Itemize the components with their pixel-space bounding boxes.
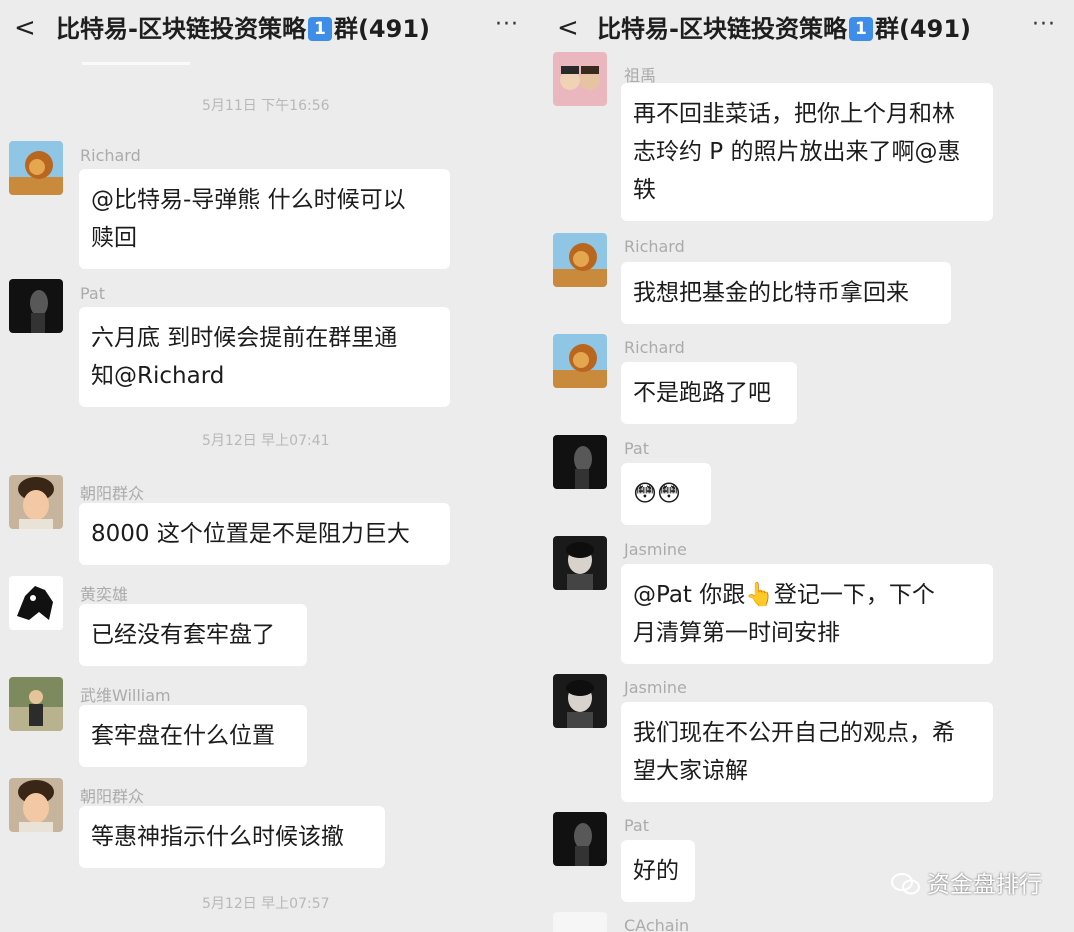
message-line: 再不回韭菜话，把你上个月和林 bbox=[633, 101, 955, 127]
message-line: @比特易-导弹熊 什么时候可以 bbox=[91, 187, 406, 213]
chat-header: < 比特易-区块链投资策略 1 群(491) ··· bbox=[537, 0, 1074, 56]
message-bubble[interactable]: @比特易-导弹熊 什么时候可以 赎回 bbox=[79, 169, 450, 269]
sender-name: Richard bbox=[80, 146, 141, 165]
message-bubble[interactable]: 已经没有套牢盘了 bbox=[79, 604, 307, 666]
avatar-cachain[interactable] bbox=[553, 912, 607, 932]
message-line: 月清算第一时间安排 bbox=[633, 620, 840, 646]
message-line: 已经没有套牢盘了 bbox=[91, 622, 275, 648]
sender-name: Jasmine bbox=[624, 678, 687, 697]
avatar-pat[interactable] bbox=[553, 812, 607, 866]
chat-panel-left: < 比特易-区块链投资策略 1 群(491) ··· 5月11日 下午16:56 R… bbox=[0, 0, 537, 932]
more-options-icon[interactable]: ··· bbox=[495, 12, 519, 37]
scroll-indicator bbox=[82, 62, 190, 65]
message-bubble[interactable]: 再不回韭菜话，把你上个月和林 志玲约 P 的照片放出来了啊@惠 轶 bbox=[621, 83, 993, 221]
message-line: 等惠神指示什么时候该撤 bbox=[91, 824, 344, 850]
message-line: 望大家谅解 bbox=[633, 758, 748, 784]
chat-header: < 比特易-区块链投资策略 1 群(491) ··· bbox=[0, 0, 537, 56]
sender-name: Pat bbox=[624, 439, 650, 458]
message-line: @Pat 你跟👆登记一下，下个 bbox=[633, 582, 935, 608]
chat-panel-right: < 比特易-区块链投资策略 1 群(491) ··· 祖禹 再不回韭菜话，把你上个月… bbox=[537, 0, 1074, 932]
group-title-count: 群(491) bbox=[333, 15, 431, 43]
timestamp: 5月12日 早上07:41 bbox=[202, 433, 330, 449]
group-title-text: 比特易-区块链投资策略 bbox=[56, 15, 306, 43]
watermark: 资金盘排行 bbox=[891, 865, 1042, 902]
sender-name: Richard bbox=[624, 338, 685, 357]
sender-name: 朝阳群众 bbox=[80, 787, 145, 806]
message-bubble[interactable]: 等惠神指示什么时候该撤 bbox=[79, 806, 385, 868]
message-line: 不是跑路了吧 bbox=[633, 380, 771, 406]
sender-name: Richard bbox=[624, 237, 685, 256]
avatar-william[interactable] bbox=[9, 677, 63, 731]
sender-name: 朝阳群众 bbox=[80, 484, 145, 503]
message-line: 赎回 bbox=[91, 225, 137, 251]
message-line: 轶 bbox=[633, 177, 656, 203]
sender-name: Jasmine bbox=[624, 540, 687, 559]
message-line: 😳😳 bbox=[633, 481, 681, 507]
avatar-jasmine[interactable] bbox=[553, 536, 607, 590]
avatar-pat[interactable] bbox=[553, 435, 607, 489]
sender-name: Pat bbox=[80, 284, 106, 303]
message-bubble[interactable]: 我想把基金的比特币拿回来 bbox=[621, 262, 951, 324]
message-line: 我们现在不公开自己的观点，希 bbox=[633, 720, 955, 746]
message-bubble[interactable]: 我们现在不公开自己的观点，希 望大家谅解 bbox=[621, 702, 993, 802]
avatar-zuyu[interactable] bbox=[553, 52, 607, 106]
message-line: 好的 bbox=[633, 858, 679, 884]
message-line: 知@Richard bbox=[91, 363, 225, 389]
keycap-one-icon: 1 bbox=[848, 17, 873, 41]
wechat-icon bbox=[891, 872, 921, 902]
message-line: 六月底 到时候会提前在群里通 bbox=[91, 325, 398, 351]
message-line: 志玲约 P 的照片放出来了啊@惠 bbox=[633, 139, 961, 165]
message-bubble[interactable]: 套牢盘在什么位置 bbox=[79, 705, 307, 767]
back-arrow-icon[interactable]: < bbox=[557, 14, 579, 42]
avatar-chaoyang[interactable] bbox=[9, 475, 63, 529]
sender-name: CAchain bbox=[624, 916, 690, 932]
avatar-richard[interactable] bbox=[553, 233, 607, 287]
message-line: 我想把基金的比特币拿回来 bbox=[633, 280, 909, 306]
sender-name: 武维William bbox=[80, 686, 171, 705]
avatar-huang[interactable] bbox=[9, 576, 63, 630]
watermark-text: 资金盘排行 bbox=[927, 872, 1042, 898]
back-arrow-icon[interactable]: < bbox=[14, 14, 36, 42]
message-bubble[interactable]: 六月底 到时候会提前在群里通 知@Richard bbox=[79, 307, 450, 407]
sender-name: Pat bbox=[624, 816, 650, 835]
avatar-jasmine[interactable] bbox=[553, 674, 607, 728]
avatar-chaoyang[interactable] bbox=[9, 778, 63, 832]
message-bubble[interactable]: 😳😳 bbox=[621, 463, 711, 525]
message-line: 8000 这个位置是不是阻力巨大 bbox=[91, 521, 410, 547]
group-title: 比特易-区块链投资策略 1 群(491) bbox=[597, 14, 971, 44]
message-bubble[interactable]: 8000 这个位置是不是阻力巨大 bbox=[79, 503, 450, 565]
message-line: 套牢盘在什么位置 bbox=[91, 723, 275, 749]
message-bubble[interactable]: 好的 bbox=[621, 840, 695, 902]
avatar-richard[interactable] bbox=[9, 141, 63, 195]
group-title: 比特易-区块链投资策略 1 群(491) bbox=[56, 14, 430, 44]
timestamp: 5月11日 下午16:56 bbox=[202, 98, 330, 114]
group-title-text: 比特易-区块链投资策略 bbox=[597, 15, 847, 43]
sender-name: 黄奕雄 bbox=[80, 585, 129, 604]
keycap-one-icon: 1 bbox=[307, 17, 332, 41]
group-title-count: 群(491) bbox=[874, 15, 972, 43]
message-bubble[interactable]: 不是跑路了吧 bbox=[621, 362, 797, 424]
timestamp: 5月12日 早上07:57 bbox=[202, 896, 330, 912]
message-bubble[interactable]: @Pat 你跟👆登记一下，下个 月清算第一时间安排 bbox=[621, 564, 993, 664]
avatar-pat[interactable] bbox=[9, 279, 63, 333]
avatar-richard[interactable] bbox=[553, 334, 607, 388]
more-options-icon[interactable]: ··· bbox=[1032, 12, 1056, 37]
